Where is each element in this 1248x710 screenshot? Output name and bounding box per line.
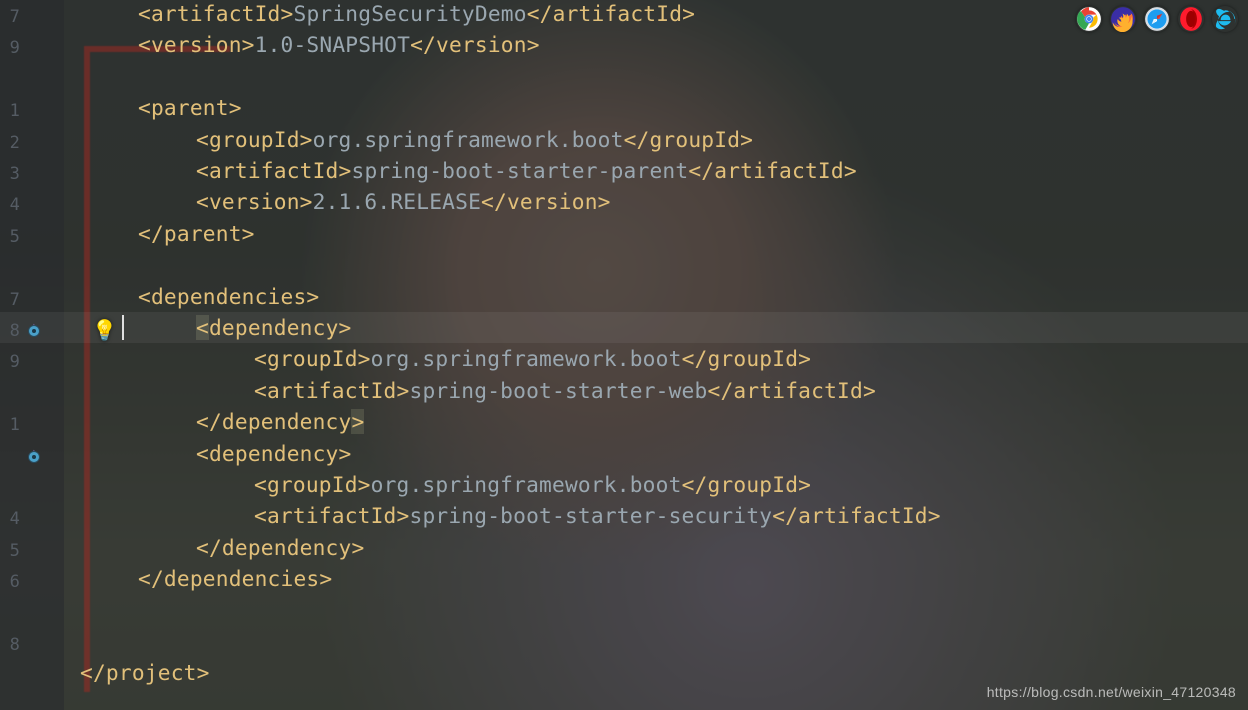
code-text: <dependency>: [196, 438, 1248, 469]
code-line[interactable]: 2<groupId>org.springframework.boot</grou…: [0, 124, 1248, 155]
code-line[interactable]: [0, 249, 1248, 280]
code-text: <artifactId>spring-boot-starter-web</art…: [254, 375, 1248, 406]
code-line[interactable]: 9<groupId>org.springframework.boot</grou…: [0, 343, 1248, 374]
code-text: </dependencies>: [138, 563, 1248, 594]
code-text: <groupId>org.springframework.boot</group…: [196, 124, 1248, 155]
code-text: <version>1.0-SNAPSHOT</version>: [138, 29, 1248, 60]
code-editor[interactable]: 7<artifactId>SpringSecurityDemo</artifac…: [0, 0, 1248, 710]
code-text: <artifactId>spring-boot-starter-parent</…: [196, 155, 1248, 186]
code-line[interactable]: 6</dependencies>: [0, 563, 1248, 594]
code-line[interactable]: [0, 61, 1248, 92]
code-line[interactable]: 5</parent>: [0, 218, 1248, 249]
code-line[interactable]: <artifactId>spring-boot-starter-web</art…: [0, 375, 1248, 406]
code-text: </dependency>: [196, 532, 1248, 563]
watermark: https://blog.csdn.net/weixin_47120348: [987, 684, 1236, 700]
code-text: </parent>: [138, 218, 1248, 249]
code-line[interactable]: 4<version>2.1.6.RELEASE</version>: [0, 186, 1248, 217]
code-line[interactable]: 9<version>1.0-SNAPSHOT</version>: [0, 29, 1248, 60]
code-text: <dependency>: [196, 312, 1248, 343]
code-line[interactable]: 8▲💡<dependency>: [0, 312, 1248, 343]
code-text: <groupId>org.springframework.boot</group…: [254, 469, 1248, 500]
code-line[interactable]: 1</dependency>: [0, 406, 1248, 437]
override-marker-icon[interactable]: ▲: [27, 440, 43, 466]
code-line[interactable]: 3<artifactId>spring-boot-starter-parent<…: [0, 155, 1248, 186]
code-line[interactable]: <groupId>org.springframework.boot</group…: [0, 469, 1248, 500]
code-line[interactable]: ▲ <dependency>: [0, 438, 1248, 469]
opera-icon[interactable]: [1178, 6, 1204, 32]
code-text: </dependency>: [196, 406, 1248, 437]
override-marker-icon[interactable]: ▲: [27, 314, 43, 340]
code-line[interactable]: 1<parent>: [0, 92, 1248, 123]
code-line[interactable]: [0, 595, 1248, 626]
code-text: <version>2.1.6.RELEASE</version>: [196, 186, 1248, 217]
lightbulb-icon[interactable]: 💡: [92, 318, 117, 342]
browser-icons-tray: [1076, 6, 1238, 32]
code-line[interactable]: 8: [0, 626, 1248, 657]
ie-icon[interactable]: [1212, 6, 1238, 32]
code-text: <artifactId>spring-boot-starter-security…: [254, 500, 1248, 531]
code-line[interactable]: 7<dependencies>: [0, 281, 1248, 312]
code-text: <parent>: [138, 92, 1248, 123]
code-line[interactable]: 5</dependency>: [0, 532, 1248, 563]
firefox-icon[interactable]: [1110, 6, 1136, 32]
chrome-icon[interactable]: [1076, 6, 1102, 32]
code-text: <groupId>org.springframework.boot</group…: [254, 343, 1248, 374]
code-line[interactable]: 7<artifactId>SpringSecurityDemo</artifac…: [0, 0, 1248, 29]
code-text: <dependencies>: [138, 281, 1248, 312]
safari-icon[interactable]: [1144, 6, 1170, 32]
code-line[interactable]: 4<artifactId>spring-boot-starter-securit…: [0, 500, 1248, 531]
